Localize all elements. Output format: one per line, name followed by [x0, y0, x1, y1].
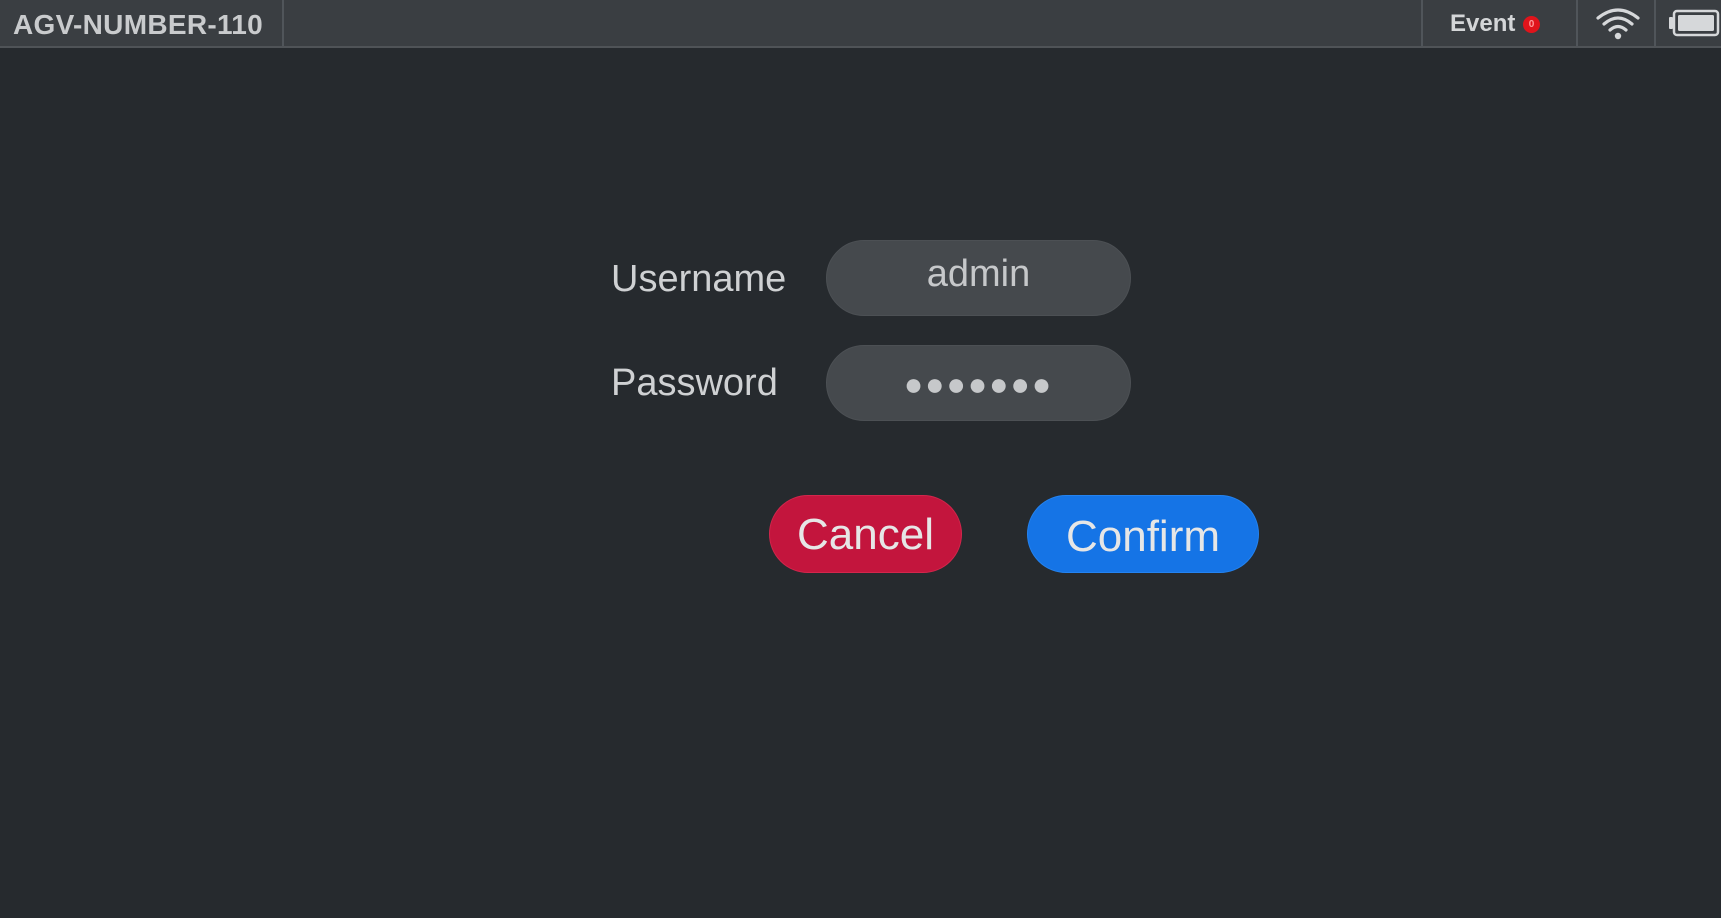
confirm-button[interactable]: Confirm	[1027, 495, 1259, 573]
battery-icon	[1669, 9, 1720, 37]
event-button[interactable]: Event 0	[1421, 0, 1578, 46]
device-name: AGV-NUMBER-110	[0, 0, 284, 46]
password-label: Password	[611, 362, 778, 404]
wifi-icon	[1596, 8, 1640, 40]
username-input[interactable]: admin	[826, 240, 1131, 316]
cancel-button[interactable]: Cancel	[769, 495, 962, 573]
status-bar: AGV-NUMBER-110 Event 0	[0, 0, 1721, 48]
username-label: Username	[611, 258, 787, 300]
wifi-status[interactable]	[1580, 0, 1656, 46]
event-count-badge: 0	[1523, 16, 1540, 33]
event-label: Event	[1450, 10, 1516, 37]
battery-status	[1660, 0, 1721, 46]
password-input[interactable]: ●●●●●●●	[826, 345, 1131, 421]
